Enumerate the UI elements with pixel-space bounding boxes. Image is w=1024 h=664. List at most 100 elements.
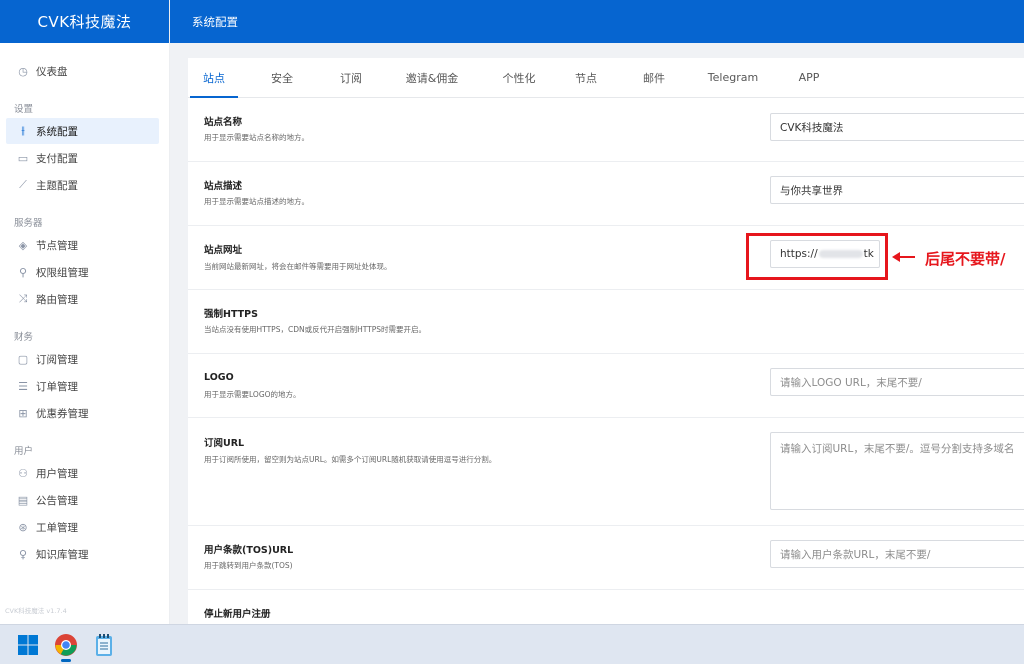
sidebar-item-knowledge-base[interactable]: ♀ 知识库管理 [6,541,159,567]
setting-title: LOGO [204,372,234,383]
tab-site[interactable]: 站点 [190,58,238,98]
sidebar-group-server: 服务器 [14,218,43,229]
sidebar-group-users: 用户 [14,446,34,457]
taskbar-chrome[interactable] [48,627,84,663]
windows-taskbar [0,624,1024,664]
setting-desc: 用于显示需要LOGO的地方。 [204,390,301,399]
setting-row-stop-registration: 停止新用户注册 [188,590,1024,624]
sliders-icon: ⫲ [21,124,25,137]
setting-title: 停止新用户注册 [204,609,271,620]
sidebar-group-settings: 设置 [14,104,34,115]
setting-row-tos-url: 用户条款(TOS)URL 用于跳转到用户条款(TOS) 请输入用户条款URL，末… [188,526,1024,590]
setting-title: 用户条款(TOS)URL [204,545,294,556]
notepad-icon [96,633,112,656]
sidebar-item-node-management[interactable]: ◈ 节点管理 [6,232,159,258]
sidebar-item-label: 知识库管理 [36,548,89,561]
tab-subscription[interactable]: 订阅 [326,58,376,97]
site-name-input[interactable]: CVK科技魔法 [770,113,1024,141]
message-icon: ▤ [17,493,29,507]
dashboard-icon: ◷ [18,64,28,78]
sidebar-item-label: 节点管理 [36,239,78,252]
clipboard-icon: ▢ [17,352,29,366]
setting-title: 强制HTTPS [204,309,258,320]
tab-app[interactable]: APP [780,58,838,97]
sidebar-item-dashboard[interactable]: ◷ 仪表盘 [6,58,159,84]
tab-telegram[interactable]: Telegram [686,58,780,97]
annotation-text: 后尾不要带/ [925,250,1006,268]
tab-node[interactable]: 节点 [550,58,622,97]
setting-row-logo: LOGO 用于显示需要LOGO的地方。 请输入LOGO URL，末尾不要/ [188,354,1024,418]
sidebar-item-permission-group[interactable]: ⚲ 权限组管理 [6,259,159,285]
sidebar-item-theme-config[interactable]: ⟋ 主题配置 [6,172,159,198]
site-description-input[interactable]: 与你共享世界 [770,176,1024,204]
tos-url-input[interactable]: 请输入用户条款URL，末尾不要/ [770,540,1024,568]
sidebar-item-ticket-management[interactable]: ⊛ 工单管理 [6,514,159,540]
sidebar-item-label: 系统配置 [36,125,78,138]
wrench-icon: ⚲ [18,265,28,279]
setting-desc: 当站点没有使用HTTPS，CDN或反代开启强制HTTPS时需要开启。 [204,325,427,334]
shuffle-icon: ⤨ [18,292,28,305]
sidebar-item-label: 订阅管理 [36,353,78,366]
setting-desc: 用于跳转到用户条款(TOS) [204,561,293,570]
sidebar-item-announcement-management[interactable]: ▤ 公告管理 [6,487,159,513]
version-label: CVK科技魔法 v1.7.4 [5,607,67,615]
sidebar-item-label: 路由管理 [36,293,78,306]
brush-icon: ⟋ [19,178,27,191]
setting-desc: 用于显示需要站点描述的地方。 [204,197,309,206]
setting-title: 站点网址 [204,245,243,256]
windows-start-button[interactable] [10,627,46,663]
setting-row-force-https: 强制HTTPS 当站点没有使用HTTPS，CDN或反代开启强制HTTPS时需要开… [188,290,1024,354]
sidebar-item-coupon-management[interactable]: ⊞ 优惠券管理 [6,400,159,426]
tab-security[interactable]: 安全 [238,58,326,97]
sidebar-item-order-management[interactable]: ☰ 订单管理 [6,373,159,399]
support-icon: ⊛ [18,520,28,534]
bulb-icon: ♀ [18,547,28,561]
sidebar-item-label: 仪表盘 [36,65,68,78]
tab-invite-commission[interactable]: 邀请&佣金 [376,58,488,97]
logo-url-input[interactable]: 请输入LOGO URL，末尾不要/ [770,368,1024,396]
card-icon: ▭ [17,151,29,165]
settings-card: 站点 安全 订阅 邀请&佣金 个性化 节点 邮件 Telegram APP 站点… [188,58,1024,624]
sidebar-item-subscription-management[interactable]: ▢ 订阅管理 [6,346,159,372]
sidebar-item-label: 工单管理 [36,521,78,534]
user-icon: ⚇ [18,466,28,480]
setting-row-site-description: 站点描述 用于显示需要站点描述的地方。 与你共享世界 [188,162,1024,226]
sidebar-item-payment-config[interactable]: ▭ 支付配置 [6,145,159,171]
list-icon: ☰ [18,379,28,393]
taskbar-notepad[interactable] [86,627,122,663]
sidebar-item-label: 用户管理 [36,467,78,480]
windows-start-icon [18,634,38,655]
sidebar-item-label: 主题配置 [36,179,78,192]
sidebar-item-label: 公告管理 [36,494,78,507]
setting-desc: 当前网站最新网址，将会在邮件等需要用于网址处体现。 [204,262,392,271]
chrome-icon [55,633,77,656]
annotation-arrow-icon [892,252,915,262]
tab-email[interactable]: 邮件 [622,58,686,97]
setting-desc: 用于订阅所使用，留空则为站点URL。如需多个订阅URL随机获取请使用逗号进行分割… [204,455,497,464]
setting-row-subscription-url: 订阅URL 用于订阅所使用，留空则为站点URL。如需多个订阅URL随机获取请使用… [188,418,1024,526]
setting-desc: 用于显示需要站点名称的地方。 [204,133,309,142]
sidebar-item-label: 权限组管理 [36,266,89,279]
page-title: 系统配置 [192,14,238,29]
sidebar-item-system-config[interactable]: ⫲ 系统配置 [6,118,159,144]
sidebar-item-user-management[interactable]: ⚇ 用户管理 [6,460,159,486]
setting-title: 订阅URL [204,438,245,449]
brand-logo[interactable]: CVK科技魔法 [0,0,169,43]
setting-row-site-name: 站点名称 用于显示需要站点名称的地方。 CVK科技魔法 [188,99,1024,162]
sidebar-item-label: 订单管理 [36,380,78,393]
sidebar-item-label: 支付配置 [36,152,78,165]
settings-tabs: 站点 安全 订阅 邀请&佣金 个性化 节点 邮件 Telegram APP [188,58,1024,98]
setting-title: 站点描述 [204,181,243,192]
sidebar-group-finance: 财务 [14,332,34,343]
sidebar-nav: ◷ 仪表盘 设置 ⫲ 系统配置 ▭ 支付配置 ⟋ 主题配置 服务器 ◈ 节点管理… [0,43,169,567]
setting-title: 站点名称 [204,117,243,128]
gift-icon: ⊞ [18,406,28,420]
sidebar-item-route-management[interactable]: ⤨ 路由管理 [6,286,159,312]
subscription-url-textarea[interactable]: 请输入订阅URL，末尾不要/。逗号分割支持多域名 [770,432,1024,510]
sidebar-item-label: 优惠券管理 [36,407,89,420]
tab-personalization[interactable]: 个性化 [488,58,550,97]
annotation-highlight-box [746,233,888,280]
page-header: 系统配置 [170,0,1024,43]
layers-icon: ◈ [18,238,28,252]
sidebar: CVK科技魔法 ◷ 仪表盘 设置 ⫲ 系统配置 ▭ 支付配置 ⟋ 主题配置 服务… [0,0,170,624]
